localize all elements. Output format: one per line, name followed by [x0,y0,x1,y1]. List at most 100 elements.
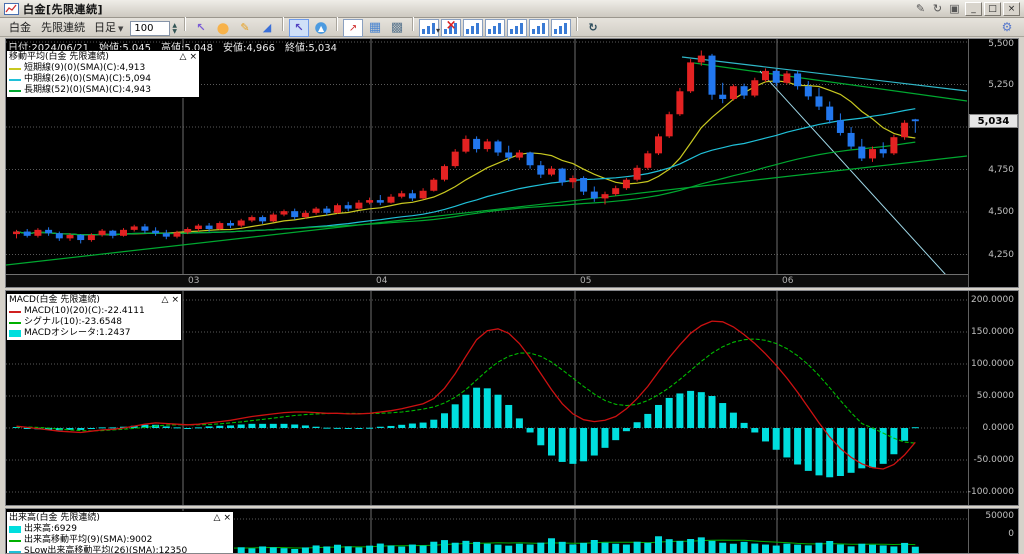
chevron-down-icon: ▼ [118,25,124,33]
legend-title: 出来高(白金 先限連続) [9,513,100,523]
macd-tick-label: 200.0000 [971,295,1014,305]
legend-row: 出来高移動平均(9)(SMA):9002 [9,535,231,546]
sma-line-52 [16,141,916,236]
macd-plot-area[interactable]: MACD(白金 先限連続) △ × MACD(10)(20)(C):-22.4111 シ… [6,291,968,505]
remove-indicator-icon[interactable] [441,18,462,37]
toolbar-separator [282,17,285,31]
macd-axis[interactable]: 200.0000 150.0000 100.0000 50.0000 0.0000 -50… [968,291,1018,505]
legend-swatch [9,321,21,324]
price-panel: 日付:2024/06/21 始値:5,045 高値:5,048 安値:4,966 終値:… [5,38,1019,288]
volume-panel: 出来高(白金 先限連続) △ × 出来高:6929 出来高移動平均(9)(SMA):90… [5,508,1019,554]
chart-type-menu-icon[interactable] [419,19,440,38]
draw-pencil-icon[interactable] [235,19,255,37]
legend-label: 出来高:6929 [24,524,77,534]
timeframe-dropdown[interactable]: 日足 ▼ [94,21,123,34]
bar-count-spinner: ▲▼ [130,21,177,36]
legend-label: MACDオシレータ:1.2437 [24,328,131,338]
legend-collapse-icon[interactable]: △ [180,52,187,62]
layout-3-icon[interactable] [507,19,528,37]
annotate-icon[interactable]: ✎ [913,2,928,15]
legend-label: 長期線(52)(0)(SMA)(C):4,943 [24,85,151,95]
legend-label: MACD(10)(20)(C):-22.4111 [24,306,145,316]
legend-swatch [9,330,21,337]
legend-row: 短期線(9)(0)(SMA)(C):4,913 [9,63,197,74]
legend-row: SLow出来高移動平均(26)(SMA):12350 [9,546,231,553]
macd-tick-label: -50.0000 [973,455,1014,465]
toolbar-separator [184,17,187,31]
pan-hand-icon[interactable] [213,19,234,37]
month-label: 05 [580,276,592,286]
legend-close-icon[interactable]: × [223,513,231,523]
maximize-button[interactable]: □ [984,1,1001,16]
reload-icon[interactable]: ↻ [930,2,945,15]
legend-buttons: △ × [211,513,231,524]
legend-label: 出来高移動平均(9)(SMA):9002 [24,535,153,545]
current-price-badge: 5,034 [969,114,1018,129]
legend-swatch [9,89,21,92]
legend-row: 中期線(26)(0)(SMA)(C):5,094 [9,74,197,85]
legend-row: シグナル(10):-23.6548 [9,317,179,328]
refresh-icon[interactable] [583,19,603,37]
settings-wrench-icon[interactable] [997,19,1017,37]
volume-axis[interactable]: 50000 0 [968,509,1018,553]
layout-5-icon[interactable] [551,19,572,37]
trend-line[interactable] [6,155,968,266]
time-axis[interactable]: 03 04 05 06 [6,274,968,287]
info-low: 安値:4,966 [223,43,276,54]
info-close: 終値:5,034 [285,43,338,54]
toolbar-right [996,19,1018,37]
month-label: 06 [782,276,794,286]
legend-collapse-icon[interactable]: △ [214,513,221,523]
app-chart-icon [4,2,19,15]
macd-panel: MACD(白金 先限連続) △ × MACD(10)(20)(C):-22.4111 シ… [5,290,1019,506]
layout-1-icon[interactable] [463,19,484,37]
legend-close-icon[interactable]: × [171,295,179,305]
toolbar: 白金先限連続日足▼ ▲▼ [0,17,1024,38]
volume-tick-label: 50000 [985,511,1014,521]
legend-label: 中期線(26)(0)(SMA)(C):5,094 [24,74,151,84]
navigate-icon[interactable] [311,19,332,37]
legend-close-icon[interactable]: × [189,52,197,62]
price-tick-label: 4,250 [988,249,1014,260]
contract-label: 先限連続 [41,21,85,34]
month-label: 03 [188,276,200,286]
select-mode-icon[interactable] [289,19,310,37]
price-plot-area[interactable]: 日付:2024/06/21 始値:5,045 高値:5,048 安値:4,966 終値:… [6,39,968,274]
macd-tick-label: 150.0000 [971,327,1014,337]
price-tick-label: 4,750 [988,164,1014,175]
bar-count-input[interactable] [130,21,171,36]
legend-swatch [9,539,21,542]
measure-icon[interactable] [257,19,277,37]
grid-dense-icon[interactable] [387,19,407,37]
layout-4-icon[interactable] [529,19,550,37]
new-chart-icon[interactable] [343,19,364,37]
cursor-icon[interactable] [191,19,211,37]
legend-row: MACDオシレータ:1.2437 [9,328,179,339]
legend-swatch [9,550,21,553]
spinner-arrows[interactable]: ▲ ▼ [172,22,177,35]
legend-swatch [9,67,21,70]
grid-icon[interactable] [365,19,385,37]
legend-row: 長期線(52)(0)(SMA)(C):4,943 [9,85,197,96]
price-axis[interactable]: 5,500 5,250 4,750 4,500 4,250 5,034 [968,39,1018,287]
minimize-button[interactable]: _ [965,1,982,16]
layout-2-icon[interactable] [485,19,506,37]
toolbar-separator [576,17,579,31]
ma-legend: 移動平均(白金 先限連続) △ × 短期線(9)(0)(SMA)(C):4,913 中期… [6,50,200,98]
legend-swatch [9,78,21,81]
volume-plot-area[interactable]: 出来高(白金 先限連続) △ × 出来高:6929 出来高移動平均(9)(SMA):90… [6,509,968,553]
legend-collapse-icon[interactable]: △ [162,295,169,305]
trend-line[interactable] [759,70,946,274]
legend-swatch [9,526,21,533]
macd-tick-label: -100.0000 [967,487,1014,497]
legend-title: 移動平均(白金 先限連続) [9,52,109,62]
macd-tick-label: 50.0000 [976,391,1014,401]
close-button[interactable]: × [1003,1,1020,16]
legend-label: シグナル(10):-23.6548 [24,317,122,327]
legend-buttons: △ × [159,295,179,306]
macd-tick-label: 100.0000 [971,359,1014,369]
trend-line[interactable] [681,56,968,92]
duplicate-window-icon[interactable]: ▣ [947,2,962,15]
symbol-label: 白金 [9,21,31,34]
screen: { "window": { "title": "白金[先限連続]", "cont… [0,0,1024,554]
